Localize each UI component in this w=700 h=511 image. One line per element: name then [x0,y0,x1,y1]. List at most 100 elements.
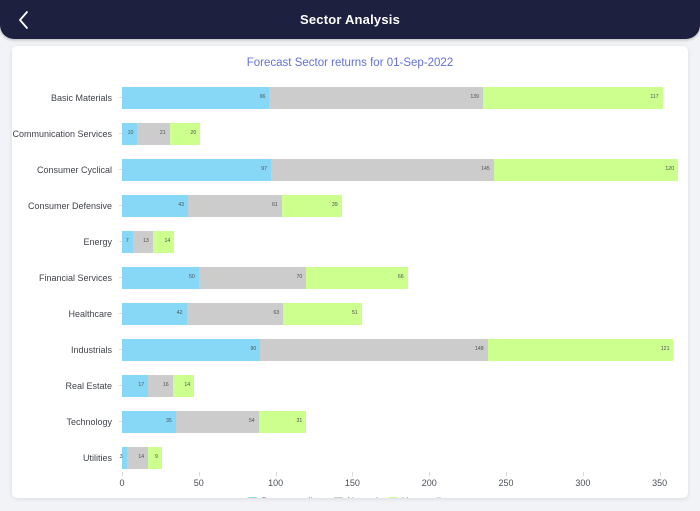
bar-value-label: 9 [155,454,158,461]
x-axis-tick-label: 50 [193,478,204,488]
bar-segment-down[interactable]: 7 [122,231,133,253]
bar-value-label: 10 [127,130,134,137]
category-label: Healthcare [68,309,112,319]
x-axis-tick-label: 250 [498,478,514,488]
bar-segment-neutral[interactable]: 63 [186,303,284,325]
x-axis-tick-label: 200 [421,478,437,488]
chart-plot-area: Basic Materials 96 139 117 Communication Ser… [12,80,688,498]
legend-item[interactable]: Up-trending [388,496,452,498]
back-button[interactable] [6,0,40,39]
bar-value-label: 31 [296,418,303,425]
bar-segment-neutral[interactable]: 14 [126,447,149,469]
legend-item[interactable]: Down-trending [248,496,323,498]
x-axis-tick-label: 300 [575,478,591,488]
bar-segment-up[interactable]: 20 [169,123,201,145]
chart-row: Utilities 3 14 9 [12,440,688,476]
stacked-bar[interactable]: 35 54 31 [122,411,307,433]
bar-value-label: 51 [351,310,358,317]
chart-row: Consumer Defensive 43 61 39 [12,188,688,224]
legend-swatch-neutral [334,497,344,498]
bar-value-label: 20 [190,130,197,137]
chart-legend: Down-trending Neutral Up-trending [12,496,688,498]
bar-segment-up[interactable]: 120 [493,159,679,181]
bar-value-label: 117 [650,94,659,101]
bar-value-label: 66 [397,274,404,281]
stacked-bar[interactable]: 90 148 121 [122,339,674,361]
bar-segment-down[interactable]: 10 [122,123,138,145]
bar-segment-neutral[interactable]: 54 [175,411,259,433]
bar-value-label: 17 [138,382,145,389]
stacked-bar[interactable]: 10 21 20 [122,123,201,145]
page-title: Sector Analysis [299,12,401,27]
bar-segment-neutral[interactable]: 61 [188,195,282,217]
bar-segment-neutral[interactable]: 16 [148,375,173,397]
stacked-bar[interactable]: 17 16 14 [122,375,195,397]
bar-value-label: 54 [248,418,255,425]
bar-segment-up[interactable]: 9 [148,447,162,469]
bar-segment-down[interactable]: 35 [122,411,176,433]
bar-segment-up[interactable]: 121 [487,339,674,361]
bar-value-label: 39 [331,202,338,209]
bar-value-label: 13 [142,238,149,245]
chart-row: Energy 7 13 14 [12,224,688,260]
bar-value-label: 14 [164,238,171,245]
bar-segment-up[interactable]: 117 [482,87,663,109]
chart-row: Financial Services 50 70 66 [12,260,688,296]
legend-item[interactable]: Neutral [334,496,378,498]
bar-segment-down[interactable]: 50 [122,267,199,289]
stacked-bar[interactable]: 3 14 9 [120,447,162,469]
bar-segment-down[interactable]: 43 [122,195,189,217]
app-header: Sector Analysis [0,0,700,39]
bar-segment-down[interactable]: 96 [122,87,270,109]
legend-label: Down-trending [261,496,323,498]
bar-value-label: 90 [250,346,257,353]
category-label: Financial Services [38,273,112,283]
bar-segment-neutral[interactable]: 21 [137,123,170,145]
bar-segment-neutral[interactable]: 13 [132,231,153,253]
x-axis-tick-label: 0 [119,478,125,488]
bar-value-label: 14 [184,382,191,389]
x-axis: 0 50 100 150 200 250 300 350 [119,472,675,492]
x-axis-tick-label: 100 [268,478,284,488]
category-label: Communication Services [12,129,112,139]
bar-value-label: 145 [481,166,490,173]
bar-value-label: 7 [125,238,129,245]
bar-segment-up[interactable]: 39 [281,195,342,217]
bar-segment-neutral[interactable]: 145 [271,159,494,181]
bar-segment-up[interactable]: 14 [172,375,195,397]
bar-segment-down[interactable]: 90 [122,339,261,361]
bar-value-label: 16 [162,382,169,389]
sector-analysis-screen: Sector Analysis Forecast Sector returns … [0,0,700,511]
chart-row: Healthcare 42 63 51 [12,296,688,332]
bar-segment-up[interactable]: 14 [152,231,175,253]
bar-value-label: 70 [296,274,303,281]
chart-row: Basic Materials 96 139 117 [12,80,688,116]
bar-segment-neutral[interactable]: 139 [269,87,483,109]
category-label: Real Estate [65,381,112,391]
bar-segment-neutral[interactable]: 148 [260,339,488,361]
bar-segment-up[interactable]: 31 [258,411,307,433]
stacked-bar[interactable]: 43 61 39 [122,195,342,217]
bar-segment-down[interactable]: 17 [122,375,149,397]
bar-segment-neutral[interactable]: 70 [198,267,307,289]
category-label: Consumer Cyclical [36,165,112,175]
bar-segment-up[interactable]: 66 [306,267,408,289]
bar-segment-up[interactable]: 51 [283,303,362,325]
bar-value-label: 14 [138,454,145,461]
x-axis-tick-label: 150 [344,478,360,488]
chart-row: Communication Services 10 21 20 [12,116,688,152]
bar-value-label: 42 [176,310,183,317]
legend-label: Neutral [347,496,378,498]
category-label: Industrials [70,345,112,355]
bar-segment-down[interactable]: 42 [122,303,187,325]
stacked-bar[interactable]: 42 63 51 [122,303,362,325]
chart-row: Real Estate 17 16 14 [12,368,688,404]
bar-segment-down[interactable]: 97 [122,159,271,181]
stacked-bar[interactable]: 97 145 120 [122,159,679,181]
bar-value-label: 148 [474,346,484,353]
chart-row: Industrials 90 148 121 [12,332,688,368]
category-label: Utilities [82,453,112,463]
stacked-bar[interactable]: 96 139 117 [122,87,663,109]
stacked-bar[interactable]: 50 70 66 [122,267,408,289]
stacked-bar[interactable]: 7 13 14 [122,231,175,253]
